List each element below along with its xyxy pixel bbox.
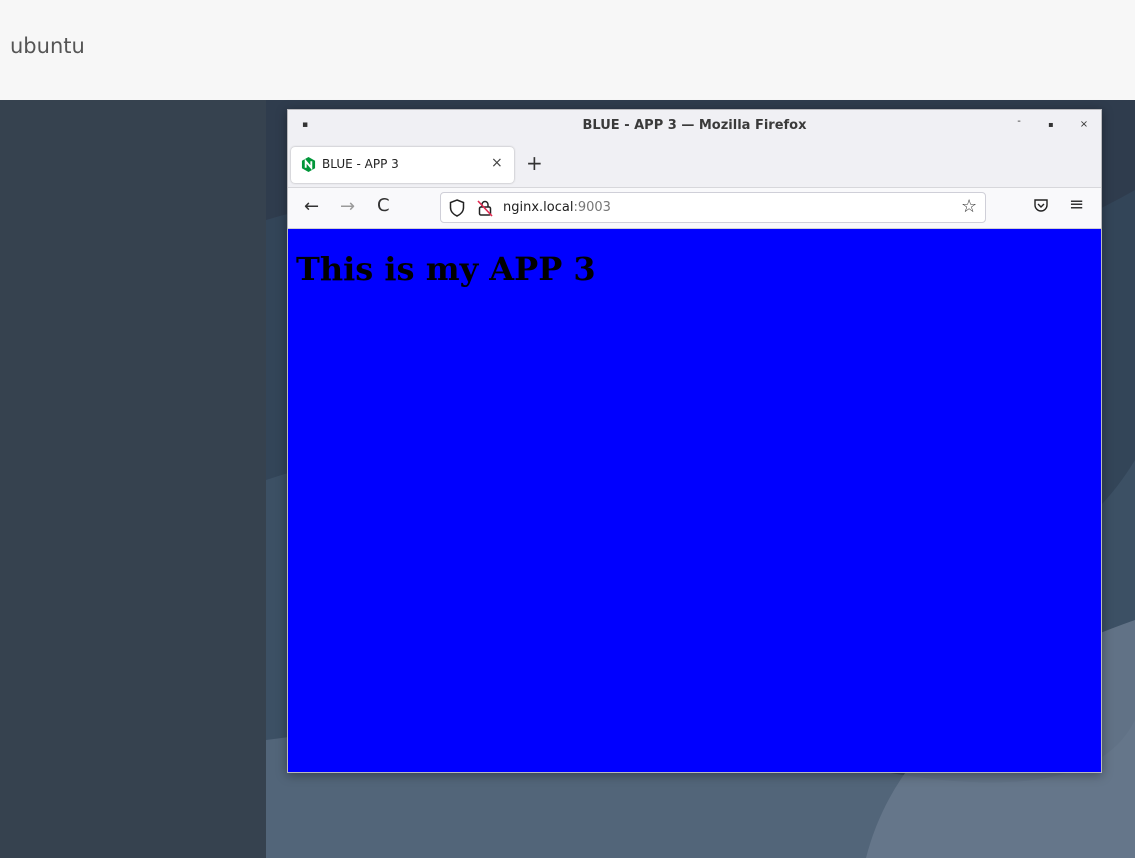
close-window-button[interactable]: × — [1077, 119, 1091, 130]
back-button[interactable]: ← — [304, 196, 319, 217]
page-heading: This is my APP 3 — [296, 250, 596, 288]
url-text[interactable]: nginx.local:9003 — [503, 200, 611, 215]
bookmark-star-icon[interactable]: ☆ — [961, 196, 977, 217]
firefox-window: ▪ BLUE - APP 3 — Mozilla Firefox - ▪ × B… — [287, 109, 1102, 773]
url-host: nginx.local — [503, 200, 574, 215]
tracking-protection-shield-icon[interactable] — [449, 199, 465, 217]
reload-button[interactable]: C — [377, 195, 390, 216]
minimize-button[interactable]: - — [1012, 116, 1026, 127]
hamburger-menu-icon[interactable]: ≡ — [1069, 194, 1084, 215]
new-tab-button[interactable]: + — [526, 151, 543, 175]
page-content: This is my APP 3 — [288, 229, 1101, 772]
tab-title: BLUE - APP 3 — [322, 157, 399, 171]
window-titlebar[interactable]: ▪ BLUE - APP 3 — Mozilla Firefox - ▪ × — [288, 110, 1101, 143]
pocket-icon[interactable] — [1033, 197, 1049, 213]
top-bar: ubuntu — [0, 0, 1135, 100]
tab-strip: BLUE - APP 3 × + — [288, 143, 1101, 187]
nginx-favicon-icon — [301, 157, 316, 172]
tab-blue-app-3[interactable]: BLUE - APP 3 × — [291, 147, 514, 183]
navigation-toolbar: ← → C nginx.local:9003 ☆ ≡ — [288, 187, 1101, 229]
url-bar[interactable]: nginx.local:9003 ☆ — [440, 192, 986, 223]
maximize-button[interactable]: ▪ — [1044, 120, 1058, 129]
username-label: ubuntu — [10, 34, 85, 58]
forward-button[interactable]: → — [340, 196, 355, 217]
insecure-lock-icon[interactable] — [477, 199, 493, 217]
left-panel — [0, 100, 266, 858]
tab-close-button[interactable]: × — [491, 155, 503, 171]
url-port: :9003 — [573, 200, 611, 215]
window-title: BLUE - APP 3 — Mozilla Firefox — [582, 118, 807, 133]
